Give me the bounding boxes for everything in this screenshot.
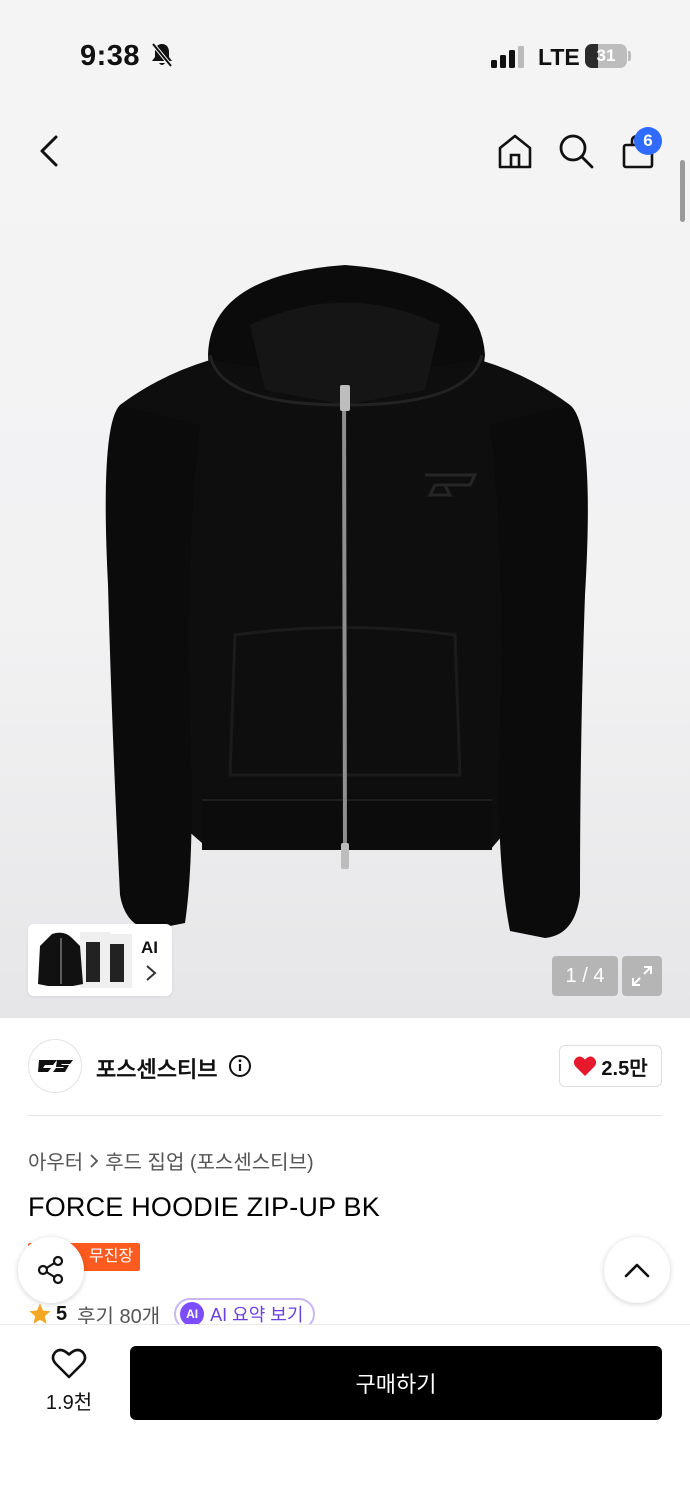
image-counter: 1 / 4	[552, 956, 618, 996]
product-title: FORCE HOODIE ZIP-UP BK	[28, 1192, 380, 1222]
heart-filled-icon	[574, 1056, 597, 1076]
battery-icon: 31	[585, 44, 627, 68]
ai-thumbnail-card[interactable]: AI	[28, 924, 172, 996]
star-icon	[29, 1303, 51, 1324]
search-button[interactable]	[553, 128, 599, 174]
info-icon[interactable]	[228, 1054, 252, 1078]
chevron-right-icon	[90, 1153, 99, 1168]
battery-level: 31	[596, 46, 616, 65]
promo-tag: 무진장	[82, 1243, 141, 1271]
chevron-up-icon	[624, 1263, 650, 1278]
divider	[28, 1115, 662, 1116]
home-button[interactable]	[492, 128, 538, 174]
cellular-signal-icon	[491, 46, 524, 68]
expand-icon	[632, 966, 652, 986]
buy-button[interactable]: 구매하기	[130, 1346, 662, 1420]
scroll-to-top-button[interactable]	[604, 1237, 670, 1303]
share-button[interactable]	[18, 1237, 84, 1303]
brand-like-button[interactable]: 2.5만	[559, 1045, 662, 1087]
breadcrumb-category[interactable]: 아우터	[28, 1146, 83, 1175]
rating-score: 5	[56, 1302, 68, 1325]
ai-label: AI	[141, 938, 158, 957]
ai-badge: AI	[180, 1302, 205, 1326]
battery-tip	[628, 51, 631, 61]
chevron-right-icon	[146, 965, 157, 981]
chevron-left-icon	[40, 135, 58, 167]
wishlist-button[interactable]: 1.9천	[30, 1348, 108, 1418]
thumbnail-image	[28, 924, 138, 996]
scrollbar[interactable]	[680, 160, 685, 222]
brand-logo-icon	[38, 1060, 73, 1072]
heart-outline-icon	[51, 1348, 87, 1379]
wishlist-count: 1.9천	[45, 1392, 93, 1414]
brand-logo[interactable]	[28, 1039, 82, 1093]
brand-name[interactable]: 포스센스티브	[96, 1052, 217, 1084]
breadcrumb-subcategory[interactable]: 후드 집업 (포스센스티브)	[105, 1146, 313, 1175]
back-button[interactable]	[26, 128, 72, 174]
breadcrumb: 아우터 후드 집업 (포스센스티브)	[28, 1146, 314, 1175]
search-icon	[559, 134, 594, 169]
status-time: 9:38	[80, 40, 141, 72]
home-icon	[498, 134, 532, 169]
fullscreen-button[interactable]	[622, 956, 662, 996]
cart-count-badge: 6	[634, 127, 662, 155]
brand-like-count: 2.5만	[601, 1057, 648, 1080]
status-bar: 9:38 LTE 31	[0, 0, 690, 110]
product-gallery[interactable]: 9:38 LTE 31 6 AI 1 / 4	[0, 0, 690, 1018]
network-type: LTE	[538, 44, 580, 70]
product-image[interactable]	[90, 255, 600, 955]
bell-off-icon	[151, 42, 173, 68]
share-icon	[37, 1255, 64, 1285]
